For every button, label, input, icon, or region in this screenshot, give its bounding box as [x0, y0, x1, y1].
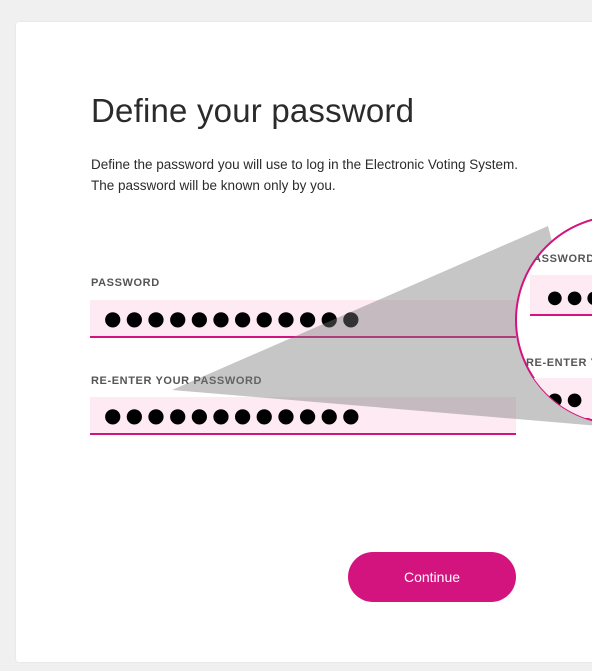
reenter-password-field[interactable]: ●●●●●●●●●●●● [90, 397, 516, 435]
continue-button[interactable]: Continue [348, 552, 516, 602]
password-label: PASSWORD [91, 277, 160, 289]
password-card: Define your password Define the password… [16, 22, 592, 662]
reenter-password-label: RE-ENTER YOUR PASSWORD [91, 375, 263, 387]
page-description: Define the password you will use to log … [91, 157, 518, 193]
password-field[interactable]: ●●●●●●●●●●●● [90, 300, 516, 338]
password-value: ●●●●●●●●●●●● [104, 306, 364, 330]
reenter-password-value: ●●●●●●●●●●●● [104, 403, 364, 427]
page-title: Define your password [91, 92, 415, 129]
